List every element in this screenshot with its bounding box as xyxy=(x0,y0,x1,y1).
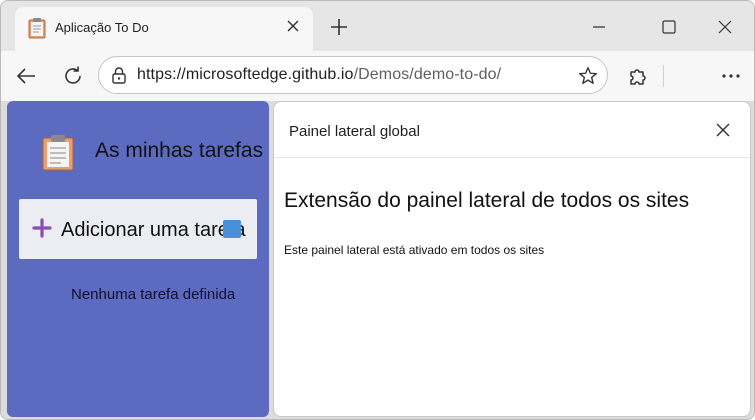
close-panel-icon[interactable] xyxy=(713,120,733,140)
tab-title: Aplicação To Do xyxy=(55,20,149,35)
url-host: https://microsoftedge.github.io xyxy=(137,66,354,83)
side-panel-header: Painel lateral global xyxy=(274,102,750,158)
address-bar[interactable]: https://microsoftedge.github.io/Demos/de… xyxy=(98,56,608,94)
tab-strip: Aplicação To Do xyxy=(1,1,754,51)
app-title: As minhas tarefas xyxy=(95,139,264,162)
reload-icon[interactable] xyxy=(61,64,85,88)
side-panel-body-text: Este painel lateral está ativado em todo… xyxy=(284,243,545,257)
add-task-label: Adicionar uma tarefa xyxy=(61,219,246,241)
lock-icon[interactable] xyxy=(110,66,128,84)
browser-toolbar: https://microsoftedge.github.io/Demos/de… xyxy=(1,51,754,101)
empty-tasks-message: Nenhuma tarefa definida xyxy=(71,286,236,303)
new-tab-icon[interactable] xyxy=(327,15,351,39)
toolbar-separator xyxy=(663,65,664,87)
close-window-icon[interactable] xyxy=(713,15,737,39)
back-arrow-icon[interactable] xyxy=(14,64,38,88)
url-path: /Demos/demo-to-do/ xyxy=(353,66,502,83)
add-task-submit-button[interactable] xyxy=(223,220,241,238)
clipboard-icon xyxy=(28,18,46,39)
clipboard-icon xyxy=(42,135,74,171)
side-panel: Painel lateral global Extensão do painel… xyxy=(273,101,751,417)
favorite-star-icon[interactable] xyxy=(577,65,599,87)
side-panel-heading: Extensão do painel lateral de todos os s… xyxy=(284,189,690,212)
browser-window: Aplicação To Do https://microsoftedge.gi… xyxy=(0,0,755,420)
todo-app: As minhas tarefas Adicionar uma tarefa N… xyxy=(7,101,269,417)
page-content: As minhas tarefas Adicionar uma tarefa N… xyxy=(1,101,754,419)
close-tab-icon[interactable] xyxy=(283,16,303,36)
url-text[interactable]: https://microsoftedge.github.io/Demos/de… xyxy=(137,66,501,84)
more-menu-icon[interactable] xyxy=(719,64,743,88)
extensions-puzzle-icon[interactable] xyxy=(625,64,649,88)
add-task-input[interactable]: Adicionar uma tarefa xyxy=(19,199,257,259)
maximize-icon[interactable] xyxy=(657,15,681,39)
minimize-icon[interactable] xyxy=(587,15,611,39)
plus-icon xyxy=(32,218,52,238)
tab-active[interactable]: Aplicação To Do xyxy=(15,7,313,51)
side-panel-title: Painel lateral global xyxy=(289,123,420,140)
